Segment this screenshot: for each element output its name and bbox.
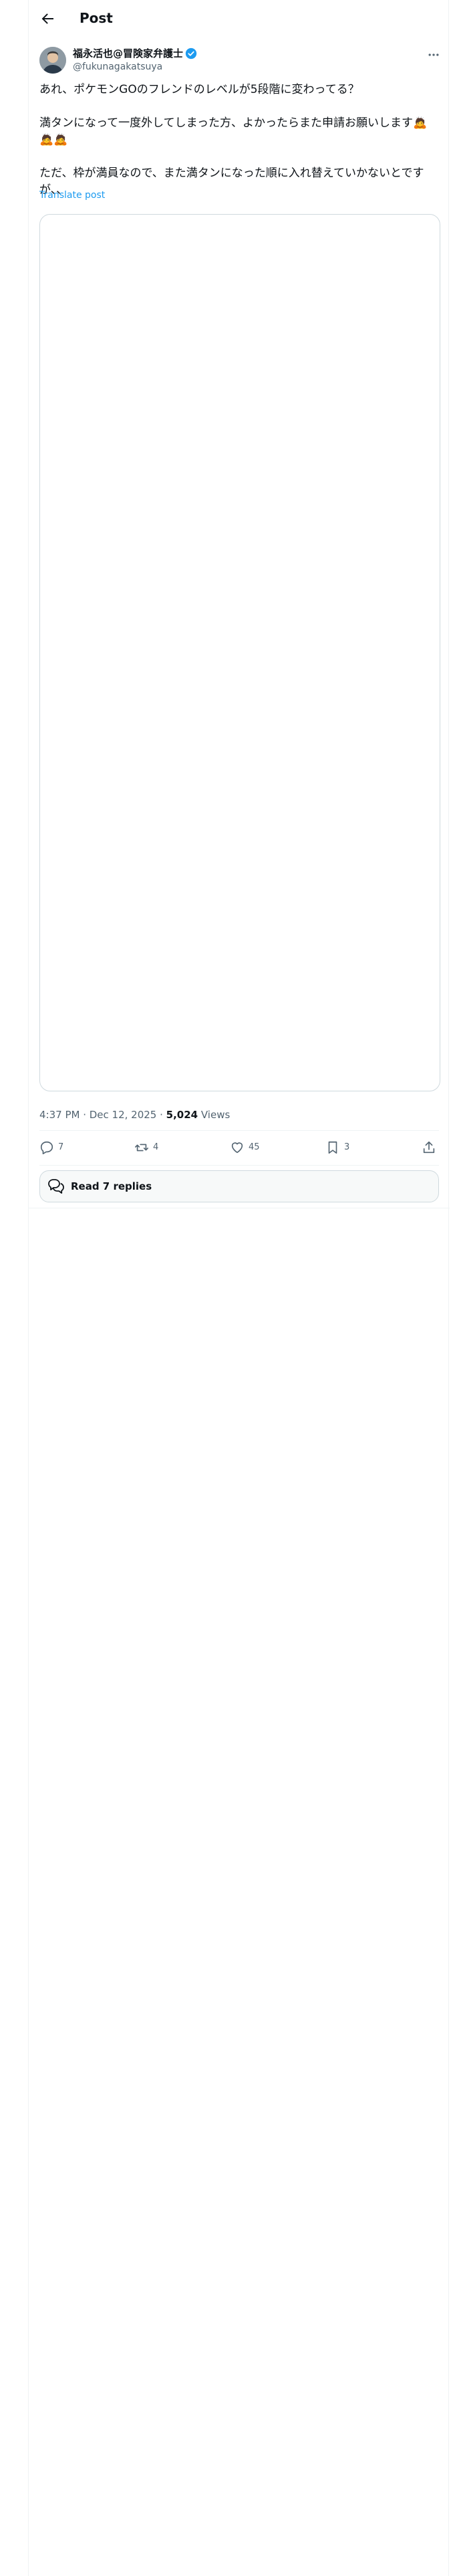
bookmark-count: 3 [344, 1142, 350, 1152]
share-button[interactable] [422, 1140, 436, 1155]
back-arrow-icon [41, 13, 53, 24]
replies-bubble-icon [48, 1179, 64, 1194]
page-title: Post [80, 10, 113, 26]
avatar[interactable] [39, 47, 66, 74]
views-count: 5,024 [166, 1109, 198, 1121]
timestamp[interactable]: 4:37 PM · Dec 12, 2025 · [39, 1109, 166, 1121]
divider [39, 1165, 439, 1166]
like-button[interactable]: 45 [230, 1140, 260, 1155]
tweet-text: あれ、ポケモンGOのフレンドのレベルが5段階に変わってる？ 満タンになって一度外… [39, 83, 428, 197]
read-replies-button[interactable]: Read 7 replies [39, 1170, 439, 1202]
author-name[interactable]: 福永活也@冒険家弁護士 [73, 47, 183, 60]
read-replies-label: Read 7 replies [71, 1180, 152, 1192]
reply-icon [40, 1141, 53, 1154]
translate-link[interactable]: Translate post [39, 189, 105, 201]
header: Post [29, 0, 450, 37]
like-count: 45 [249, 1142, 260, 1152]
post-column: Post 福永活也@冒険家弁護士 @fukunagakatsuya あれ、ポケモ… [28, 0, 450, 2576]
views-label: Views [198, 1109, 231, 1121]
tweet-meta: 4:37 PM · Dec 12, 2025 · 5,024 Views [39, 1108, 230, 1121]
media-card[interactable] [39, 214, 440, 1091]
bookmark-icon [328, 1141, 337, 1154]
back-button[interactable] [38, 9, 57, 28]
author-row: 福永活也@冒険家弁護士 [73, 47, 197, 60]
bookmark-button[interactable]: 3 [325, 1140, 349, 1155]
reply-count: 7 [58, 1142, 64, 1152]
verified-badge-icon [185, 47, 197, 60]
share-icon [423, 1141, 435, 1154]
action-bar: 7 4 45 3 [39, 1132, 439, 1165]
reply-button[interactable]: 7 [39, 1140, 63, 1155]
divider [39, 1130, 439, 1131]
like-icon [231, 1142, 243, 1154]
more-button[interactable] [426, 48, 442, 62]
repost-icon [135, 1144, 148, 1152]
repost-button[interactable]: 4 [134, 1140, 158, 1155]
repost-count: 4 [153, 1142, 159, 1152]
more-icon [428, 53, 439, 56]
author-handle[interactable]: @fukunagakatsuya [73, 60, 162, 74]
